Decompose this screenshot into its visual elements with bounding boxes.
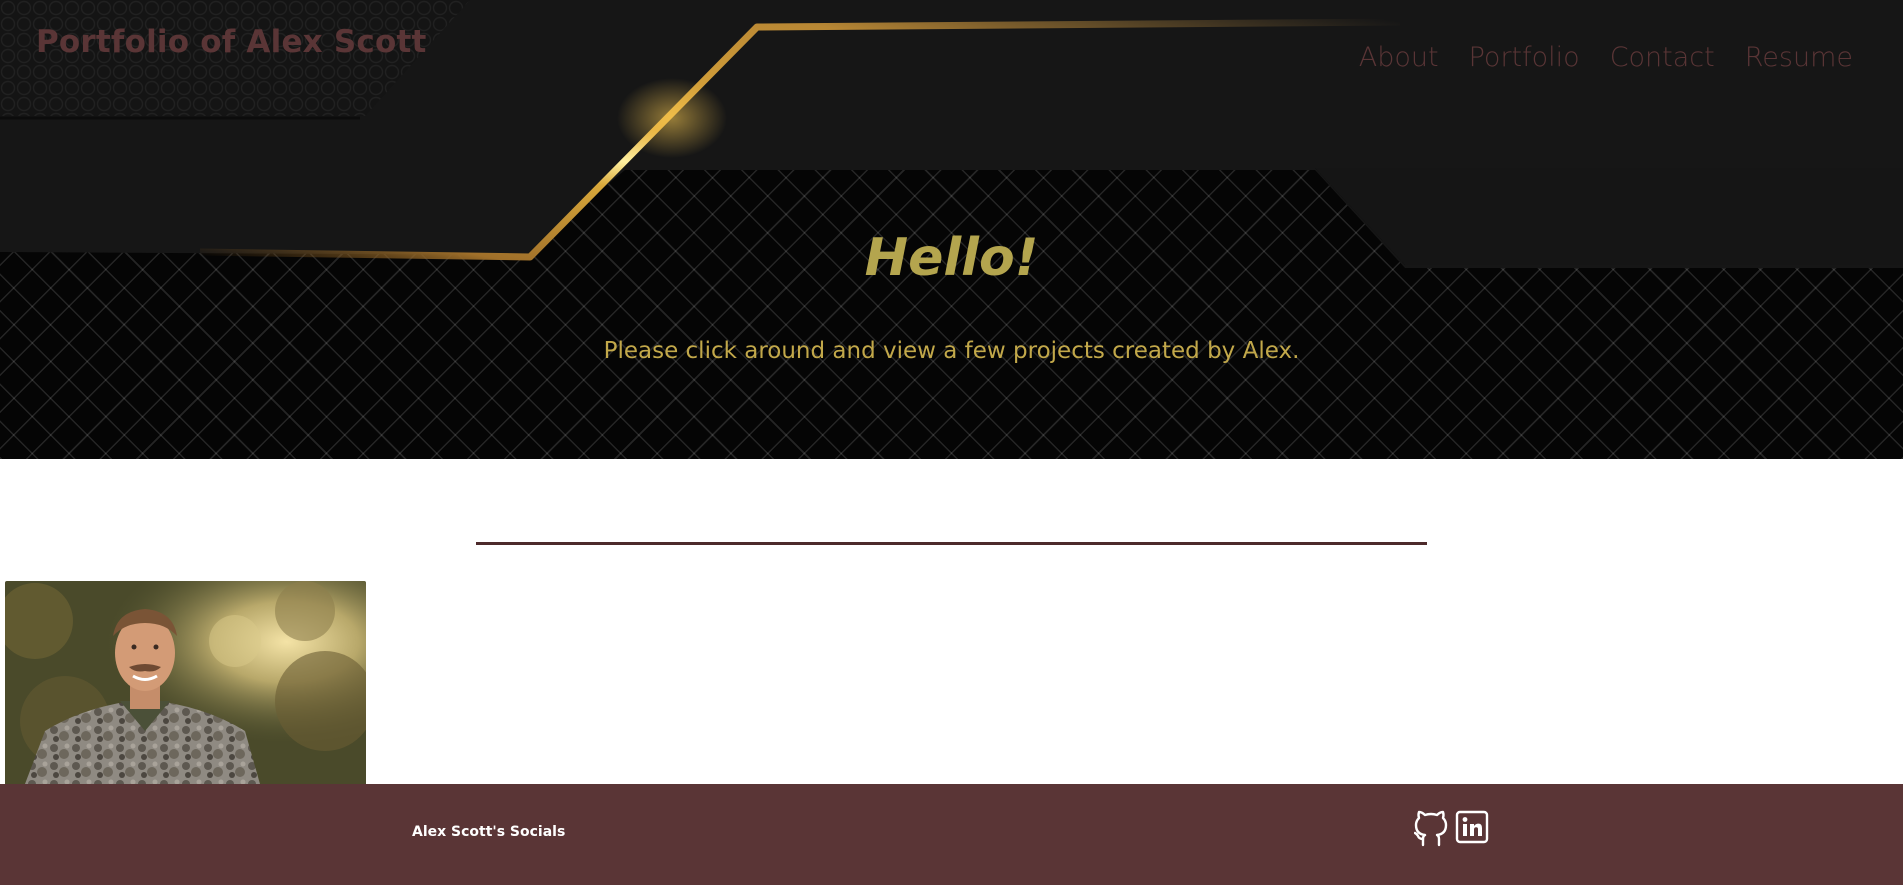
- nav-link-portfolio[interactable]: Portfolio: [1469, 42, 1580, 73]
- nav-link-about[interactable]: About: [1359, 42, 1439, 73]
- hero-heading: Hello!: [864, 228, 1039, 288]
- profile-photo-illustration: [5, 581, 366, 784]
- hero-banner: Portfolio of Alex Scott About Portfolio …: [0, 0, 1903, 459]
- nav-item-contact: Contact: [1610, 42, 1715, 73]
- github-icon: [1413, 810, 1448, 847]
- nav-item-portfolio: Portfolio: [1469, 42, 1580, 73]
- linkedin-link[interactable]: [1455, 810, 1489, 848]
- nav-list: About Portfolio Contact Resume: [1359, 42, 1853, 73]
- site-title: Portfolio of Alex Scott: [36, 24, 427, 60]
- github-link[interactable]: [1413, 810, 1450, 852]
- section-divider: [476, 542, 1427, 545]
- linkedin-icon: [1455, 810, 1489, 844]
- nav-link-resume[interactable]: Resume: [1745, 42, 1853, 73]
- nav-link-contact[interactable]: Contact: [1610, 42, 1715, 73]
- site-footer: Alex Scott's Socials: [0, 784, 1903, 885]
- nav-item-about: About: [1359, 42, 1439, 73]
- footer-socials-title: Alex Scott's Socials: [412, 824, 566, 840]
- profile-photo: [5, 581, 366, 784]
- hero-subtext: Please click around and view a few proje…: [603, 338, 1300, 364]
- nav-item-resume: Resume: [1745, 42, 1853, 73]
